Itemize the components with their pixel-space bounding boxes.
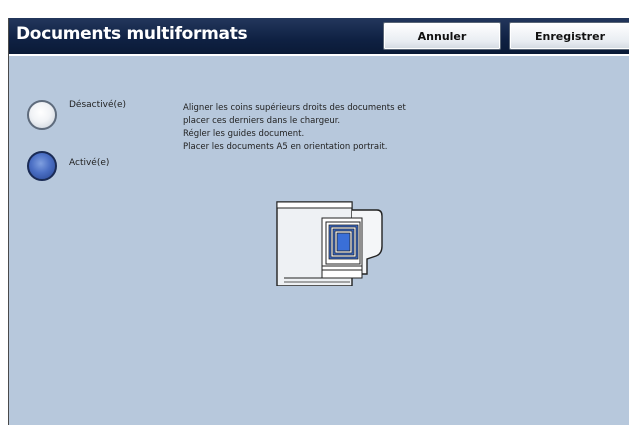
save-button[interactable]: Enregistrer [509, 22, 629, 50]
instruction-line: Régler les guides document. [183, 129, 305, 139]
screen: Documents multiformats Annuler Enregistr… [8, 18, 629, 425]
option-disabled-label: Désactivé(e) [69, 100, 127, 110]
radio-button-unselected[interactable] [27, 100, 57, 130]
instruction-line: placer ces derniers dans le chargeur. [183, 116, 341, 126]
instruction-line: Placer les documents A5 en orientation p… [183, 142, 388, 152]
page-title: Documents multiformats [16, 24, 248, 44]
cancel-button[interactable]: Annuler [383, 22, 501, 50]
radio-button-selected[interactable] [27, 151, 57, 181]
instruction-line: Aligner les coins supérieurs droits des … [183, 103, 406, 113]
mixed-size-originals-feeder-icon [276, 201, 383, 286]
instructions: Aligner les coins supérieurs droits des … [183, 102, 483, 154]
title-bar: Documents multiformats Annuler Enregistr… [9, 18, 629, 56]
option-enabled-label: Activé(e) [69, 158, 110, 168]
option-enabled[interactable]: Activé(e) [27, 151, 157, 191]
option-disabled[interactable]: Désactivé(e) [27, 100, 157, 140]
